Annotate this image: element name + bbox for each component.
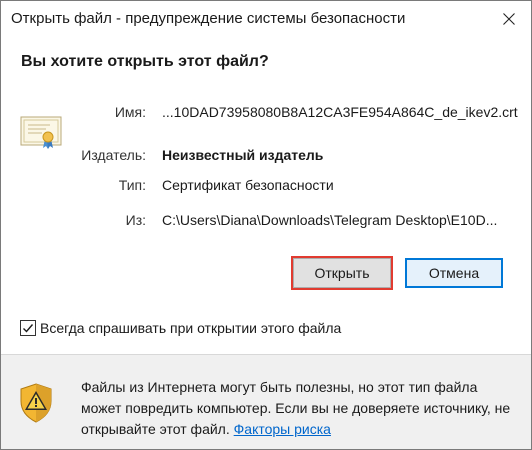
from-label: Из:	[125, 212, 146, 228]
open-button[interactable]: Открыть	[291, 256, 393, 290]
dialog-question: Вы хотите открыть этот файл?	[21, 53, 269, 70]
always-ask-checkbox[interactable]	[20, 320, 36, 336]
close-button[interactable]	[487, 1, 531, 37]
publisher-label: Издатель:	[81, 147, 146, 163]
window-title: Открыть файл - предупреждение системы бе…	[11, 10, 406, 27]
certificate-icon	[20, 116, 62, 149]
type-label: Тип:	[118, 177, 146, 193]
file-type-value: Сертификат безопасности	[162, 177, 334, 193]
risk-factors-link[interactable]: Факторы риска	[234, 421, 331, 437]
checkmark-icon	[23, 324, 34, 333]
always-ask-label: Всегда спрашивать при открытии этого фай…	[40, 320, 342, 336]
publisher-value: Неизвестный издатель	[162, 147, 324, 163]
name-label: Имя:	[114, 104, 146, 120]
close-icon	[503, 13, 515, 25]
warning-message: Файлы из Интернета могут быть полезны, н…	[81, 377, 521, 440]
warning-footer: Файлы из Интернета могут быть полезны, н…	[1, 355, 531, 449]
source-path-value: C:\Users\Diana\Downloads\Telegram Deskto…	[162, 212, 498, 228]
file-name-value: ...10DAD73958080B8A12CA3FE954A864C_de_ik…	[162, 104, 518, 120]
security-warning-dialog: Открыть файл - предупреждение системы бе…	[0, 0, 532, 450]
title-bar: Открыть файл - предупреждение системы бе…	[1, 1, 531, 39]
warning-shield-icon	[20, 383, 52, 423]
cancel-button[interactable]: Отмена	[405, 258, 503, 288]
